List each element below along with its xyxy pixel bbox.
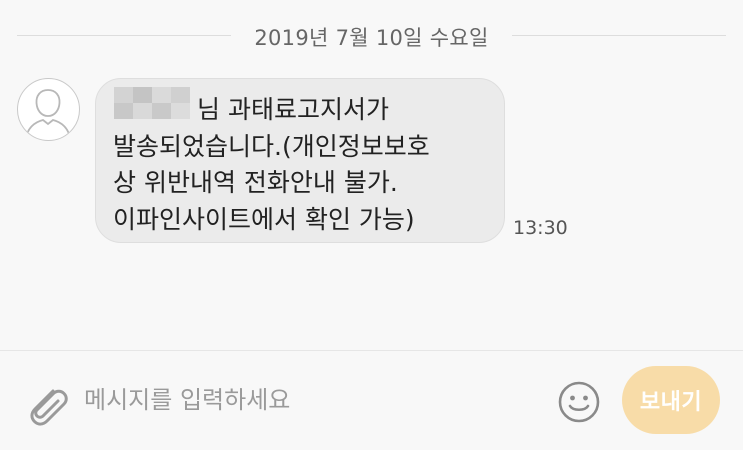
paperclip-icon[interactable] <box>20 379 72 431</box>
message-bubble[interactable]: 님 과태료고지서가 발송되었습니다.(개인정보보호 상 위반내역 전화안내 불가… <box>95 78 505 243</box>
date-divider: 2019년 7월 10일 수요일 <box>0 18 743 52</box>
send-button[interactable]: 보내기 <box>622 366 720 434</box>
message-text-line1: 님 과태료고지서가 <box>197 95 389 124</box>
message-composer: 보내기 <box>0 350 743 450</box>
person-silhouette-icon <box>25 89 71 139</box>
message-text-body: 발송되었습니다.(개인정보보호 상 위반내역 전화안내 불가. 이파인사이트에서… <box>113 131 430 234</box>
redacted-name <box>114 87 192 119</box>
sender-avatar[interactable] <box>17 78 80 141</box>
message-timestamp: 13:30 <box>513 217 568 239</box>
message-input[interactable] <box>84 377 514 423</box>
smiley-icon[interactable] <box>556 379 602 425</box>
divider-line-right <box>512 35 726 36</box>
divider-line-left <box>17 35 231 36</box>
date-label: 2019년 7월 10일 수요일 <box>254 26 489 50</box>
